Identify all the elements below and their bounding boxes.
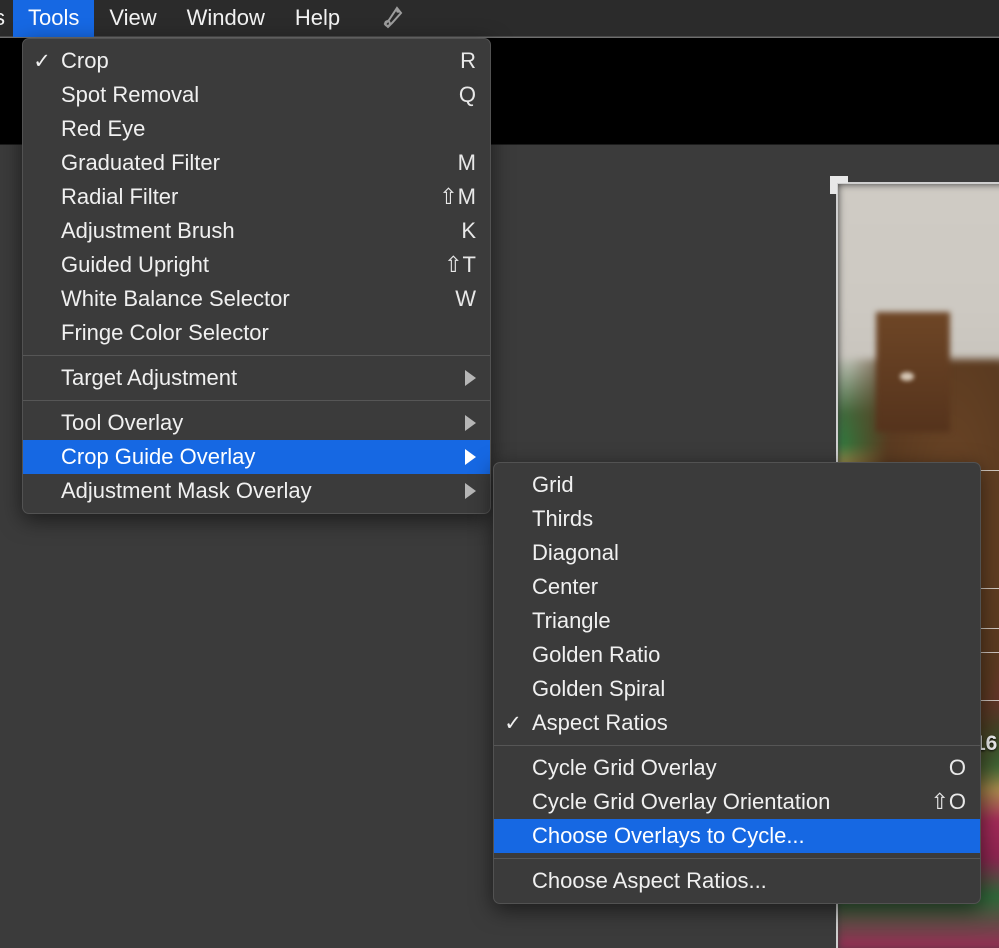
app-status-icon[interactable]: [379, 4, 407, 32]
check-icon: ✓: [33, 49, 51, 73]
menu-item-shortcut: O: [948, 755, 966, 780]
menu-separator: [23, 400, 490, 401]
menu-item-label: Red Eye: [61, 116, 146, 141]
menu-item-shortcut: ⇧O: [930, 789, 966, 814]
menu-separator: [23, 355, 490, 356]
menu-item-label: Fringe Color Selector: [61, 320, 269, 345]
menu-item-label: Triangle: [532, 608, 611, 633]
submenu-item-grid[interactable]: Grid: [494, 468, 980, 502]
menubar-item-tools[interactable]: Tools: [13, 0, 95, 37]
submenu-item-thirds[interactable]: Thirds: [494, 502, 980, 536]
menu-item-label: Thirds: [532, 506, 594, 531]
menu-item-adjustment-brush[interactable]: Adjustment Brush K: [23, 214, 490, 248]
menu-bar: s Tools View Window Help: [0, 0, 999, 37]
submenu-item-aspect-ratios[interactable]: ✓ Aspect Ratios: [494, 706, 980, 740]
menu-item-label: Diagonal: [532, 540, 619, 565]
menu-item-adjustment-mask-overlay[interactable]: Adjustment Mask Overlay: [23, 474, 490, 508]
submenu-item-diagonal[interactable]: Diagonal: [494, 536, 980, 570]
menu-item-label: Guided Upright: [61, 252, 209, 277]
menu-item-shortcut: ⇧T: [444, 252, 476, 277]
menu-item-label: Cycle Grid Overlay Orientation: [532, 789, 831, 814]
menu-item-crop[interactable]: ✓ Crop R: [23, 44, 490, 78]
submenu-item-choose-overlays-to-cycle[interactable]: Choose Overlays to Cycle...: [494, 819, 980, 853]
menu-item-shortcut: W: [455, 286, 476, 311]
submenu-item-golden-ratio[interactable]: Golden Ratio: [494, 638, 980, 672]
submenu-item-center[interactable]: Center: [494, 570, 980, 604]
menu-item-label: Center: [532, 574, 599, 599]
menu-item-radial-filter[interactable]: Radial Filter ⇧M: [23, 180, 490, 214]
submenu-arrow-icon: [465, 449, 476, 465]
submenu-arrow-icon: [465, 415, 476, 431]
menu-item-red-eye[interactable]: Red Eye: [23, 112, 490, 146]
menu-item-label: Grid: [532, 472, 574, 497]
menu-item-crop-guide-overlay[interactable]: Crop Guide Overlay: [23, 440, 490, 474]
submenu-arrow-icon: [465, 483, 476, 499]
menu-item-shortcut: R: [460, 48, 476, 73]
menu-item-fringe-color-selector[interactable]: Fringe Color Selector: [23, 316, 490, 350]
menu-item-label: Spot Removal: [61, 82, 200, 107]
menu-item-shortcut: K: [461, 218, 476, 243]
menu-item-label: Choose Aspect Ratios...: [532, 868, 767, 893]
menu-item-shortcut: ⇧M: [439, 184, 476, 209]
menu-item-label: Golden Ratio: [532, 642, 661, 667]
check-icon: ✓: [504, 711, 522, 735]
menu-item-tool-overlay[interactable]: Tool Overlay: [23, 406, 490, 440]
menubar-item-clipped[interactable]: s: [0, 0, 13, 37]
menu-item-label: Target Adjustment: [61, 365, 238, 390]
app-window: 16 s Tools View Window Help ✓ Crop R Spo…: [0, 0, 999, 948]
menu-item-target-adjustment[interactable]: Target Adjustment: [23, 361, 490, 395]
menu-item-label: Crop: [61, 48, 109, 73]
menu-item-label: White Balance Selector: [61, 286, 290, 311]
crop-corner-handle[interactable]: [830, 176, 848, 194]
menu-item-shortcut: M: [457, 150, 476, 175]
menu-item-label: Radial Filter: [61, 184, 179, 209]
menu-item-label: Golden Spiral: [532, 676, 666, 701]
photo-door-detail: [876, 312, 950, 432]
submenu-item-triangle[interactable]: Triangle: [494, 604, 980, 638]
menubar-item-window[interactable]: Window: [172, 0, 280, 37]
menu-item-label: Tool Overlay: [61, 410, 184, 435]
menu-separator: [494, 745, 980, 746]
menu-item-shortcut: Q: [458, 82, 476, 107]
menu-item-label: Cycle Grid Overlay: [532, 755, 717, 780]
submenu-item-choose-aspect-ratios[interactable]: Choose Aspect Ratios...: [494, 864, 980, 898]
submenu-arrow-icon: [465, 370, 476, 386]
menu-item-label: Crop Guide Overlay: [61, 444, 256, 469]
photo-doorknob-detail: [900, 372, 914, 381]
submenu-item-cycle-grid-overlay-orientation[interactable]: Cycle Grid Overlay Orientation ⇧O: [494, 785, 980, 819]
menu-item-label: Choose Overlays to Cycle...: [532, 823, 805, 848]
menu-separator: [494, 858, 980, 859]
tools-dropdown-menu: ✓ Crop R Spot Removal Q Red Eye Graduate…: [22, 38, 491, 514]
menu-item-white-balance-selector[interactable]: White Balance Selector W: [23, 282, 490, 316]
crop-guide-overlay-submenu: Grid Thirds Diagonal Center Triangle Gol…: [493, 462, 981, 904]
menu-item-label: Adjustment Brush: [61, 218, 235, 243]
menu-item-graduated-filter[interactable]: Graduated Filter M: [23, 146, 490, 180]
menubar-item-help[interactable]: Help: [280, 0, 355, 37]
menu-item-label: Aspect Ratios: [532, 710, 668, 735]
menubar-item-view[interactable]: View: [94, 0, 171, 37]
menu-item-label: Graduated Filter: [61, 150, 220, 175]
menu-item-label: Adjustment Mask Overlay: [61, 478, 312, 503]
submenu-item-golden-spiral[interactable]: Golden Spiral: [494, 672, 980, 706]
menu-item-spot-removal[interactable]: Spot Removal Q: [23, 78, 490, 112]
menu-item-guided-upright[interactable]: Guided Upright ⇧T: [23, 248, 490, 282]
submenu-item-cycle-grid-overlay[interactable]: Cycle Grid Overlay O: [494, 751, 980, 785]
